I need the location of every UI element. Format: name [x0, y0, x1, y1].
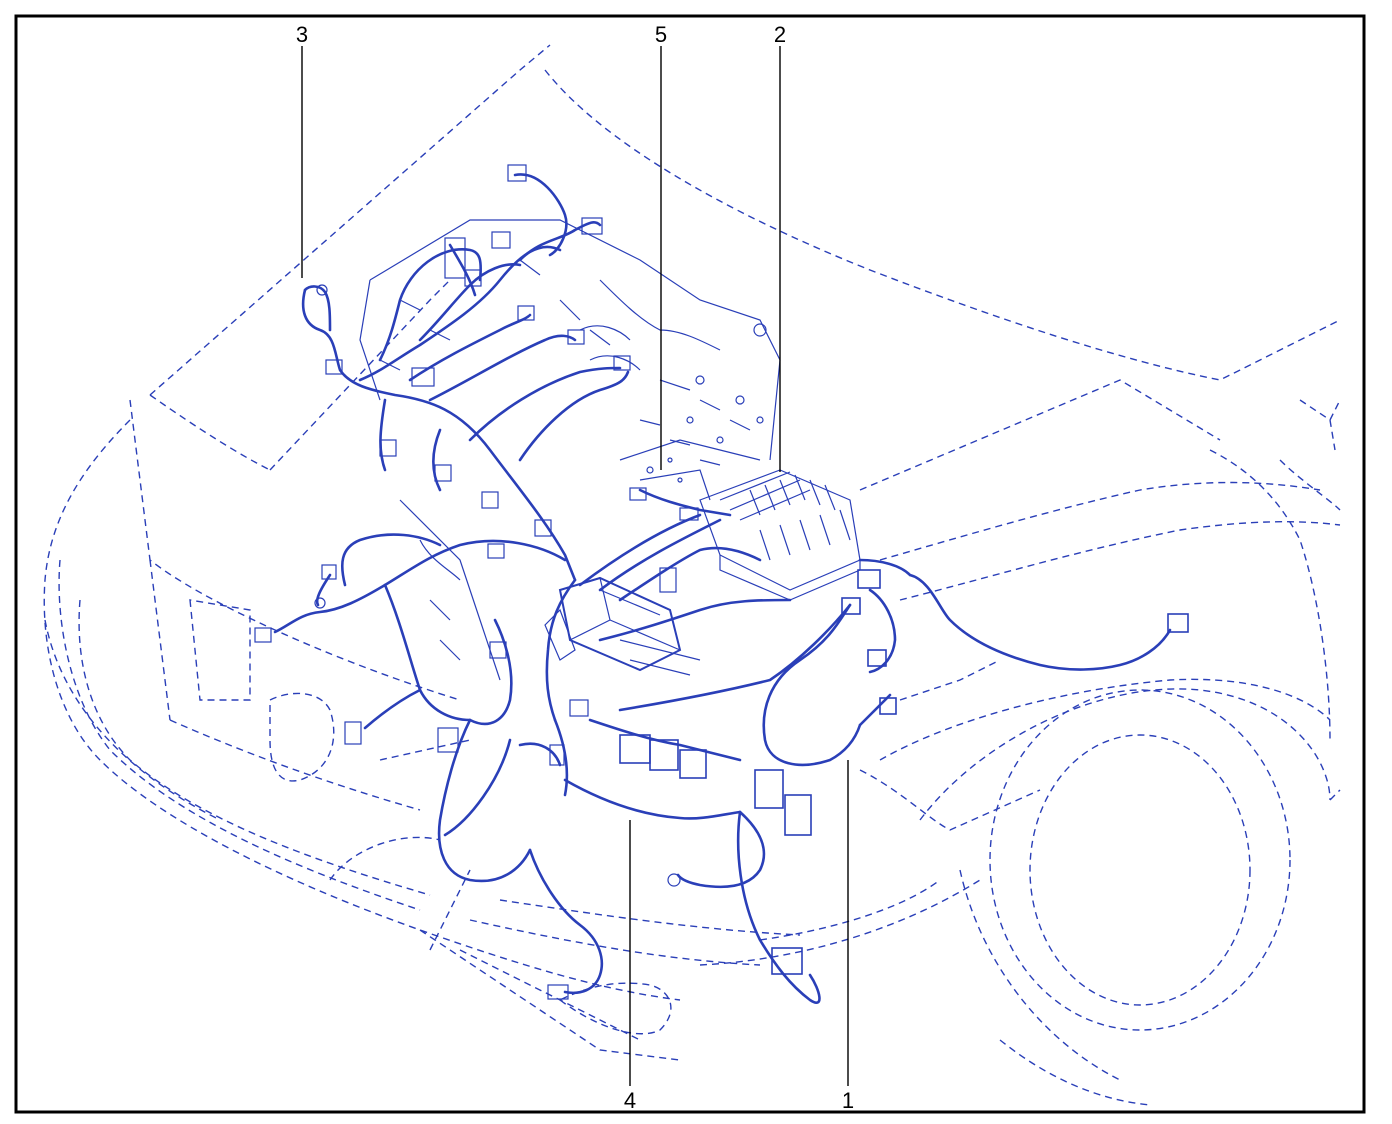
diagram-border — [14, 14, 1366, 1114]
harness-diagram: 3 5 2 4 1 — [14, 14, 1366, 1114]
callout-label-1: 1 — [842, 1088, 854, 1113]
callout-label-5: 5 — [655, 22, 667, 47]
callout-label-4: 4 — [624, 1088, 636, 1113]
callout-label-3: 3 — [296, 22, 308, 47]
callout-label-2: 2 — [774, 22, 786, 47]
